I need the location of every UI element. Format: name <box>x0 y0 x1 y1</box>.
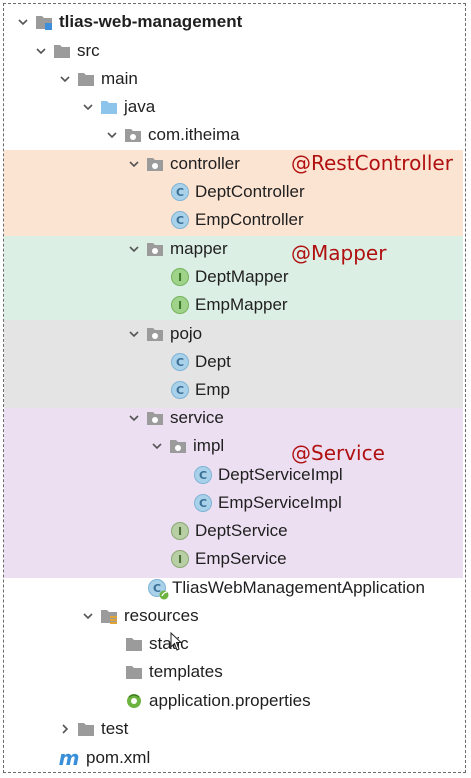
class-icon: C <box>171 353 189 371</box>
chevron-down-icon[interactable] <box>14 8 32 36</box>
mouse-cursor-icon <box>170 632 183 651</box>
tree-row-emp-controller[interactable]: C EmpController <box>171 206 471 234</box>
controller-label: controller <box>170 154 240 173</box>
spring-boot-class-icon: C <box>148 579 169 600</box>
class-icon: C <box>194 494 212 512</box>
interface-icon: I <box>171 522 189 540</box>
tree-row-emp-service[interactable]: I EmpService <box>171 545 471 573</box>
folder-icon <box>125 635 143 653</box>
chevron-down-icon[interactable] <box>103 121 121 149</box>
package-icon <box>124 126 142 144</box>
interface-icon: I <box>171 550 189 568</box>
emp-mapper-label: EmpMapper <box>195 295 288 314</box>
pom-label: pom.xml <box>86 748 151 767</box>
package-icon <box>146 409 164 427</box>
mapper-annotation: @Mapper <box>291 241 387 265</box>
java-label: java <box>124 97 156 116</box>
tree-row-dept[interactable]: C Dept <box>171 348 471 376</box>
chevron-down-icon[interactable] <box>79 93 97 121</box>
tree-row-pojo[interactable]: pojo <box>125 320 471 348</box>
emp-service-label: EmpService <box>195 549 287 568</box>
service-label: service <box>170 408 224 427</box>
interface-icon: I <box>171 296 189 314</box>
impl-label: impl <box>193 436 225 455</box>
tree-row-emp-mapper[interactable]: I EmpMapper <box>171 291 471 319</box>
dept-service-impl-label: DeptServiceImpl <box>218 465 343 484</box>
emp-controller-label: EmpController <box>195 210 304 229</box>
folder-icon <box>77 70 95 88</box>
resources-label: resources <box>124 606 199 625</box>
source-folder-icon <box>100 98 118 116</box>
class-icon: C <box>194 466 212 484</box>
application-label: TliasWebManagementApplication <box>172 578 425 597</box>
tree-row-service[interactable]: service <box>125 404 471 432</box>
chevron-down-icon[interactable] <box>148 432 166 460</box>
module-folder-icon <box>35 13 53 31</box>
dept-label: Dept <box>195 352 231 371</box>
resources-folder-icon <box>100 607 118 625</box>
tree-row-project[interactable]: tlias-web-management <box>14 8 471 36</box>
app-properties-label: application.properties <box>149 691 311 710</box>
tree-row-templates[interactable]: templates <box>125 658 471 686</box>
tree-row-application[interactable]: C TliasWebManagementApplication <box>148 574 471 602</box>
class-icon: C <box>171 211 189 229</box>
pojo-label: pojo <box>170 324 203 343</box>
tree-row-pom[interactable]: m pom.xml <box>58 744 471 772</box>
spring-properties-icon <box>125 692 143 710</box>
dept-controller-label: DeptController <box>195 182 305 201</box>
tree-row-dept-service[interactable]: I DeptService <box>171 517 471 545</box>
dept-mapper-label: DeptMapper <box>195 267 289 286</box>
chevron-right-icon[interactable] <box>56 715 74 743</box>
maven-icon: m <box>58 746 80 770</box>
package-icon <box>146 240 164 258</box>
tree-row-java[interactable]: java <box>79 93 471 121</box>
tree-row-dept-controller[interactable]: C DeptController <box>171 178 471 206</box>
tree-row-dept-service-impl[interactable]: C DeptServiceImpl <box>194 461 471 489</box>
class-icon: C <box>171 183 189 201</box>
package-icon <box>146 155 164 173</box>
main-label: main <box>101 69 138 88</box>
interface-icon: I <box>171 268 189 286</box>
tree-row-test[interactable]: test <box>56 715 471 743</box>
chevron-down-icon[interactable] <box>125 235 143 263</box>
tree-row-emp[interactable]: C Emp <box>171 376 471 404</box>
test-label: test <box>101 719 129 738</box>
chevron-down-icon[interactable] <box>79 602 97 630</box>
src-label: src <box>77 41 100 60</box>
tree-row-resources[interactable]: resources <box>79 602 471 630</box>
folder-icon <box>77 720 95 738</box>
folder-icon <box>53 42 71 60</box>
rest-controller-annotation: @RestController <box>291 151 453 175</box>
templates-label: templates <box>149 662 223 681</box>
chevron-down-icon[interactable] <box>32 37 50 65</box>
emp-service-impl-label: EmpServiceImpl <box>218 493 342 512</box>
package-icon <box>169 437 187 455</box>
tree-row-app-properties[interactable]: application.properties <box>125 687 471 715</box>
chevron-down-icon[interactable] <box>125 320 143 348</box>
class-icon: C <box>171 381 189 399</box>
tree-row-src[interactable]: src <box>32 37 471 65</box>
project-label: tlias-web-management <box>59 12 243 31</box>
folder-icon <box>125 663 143 681</box>
chevron-down-icon[interactable] <box>56 65 74 93</box>
chevron-down-icon[interactable] <box>125 150 143 178</box>
tree-row-package[interactable]: com.itheima <box>103 121 471 149</box>
mapper-label: mapper <box>170 239 228 258</box>
tree-row-main[interactable]: main <box>56 65 471 93</box>
dept-service-label: DeptService <box>195 521 288 540</box>
package-icon <box>146 325 164 343</box>
chevron-down-icon[interactable] <box>125 404 143 432</box>
tree-row-dept-mapper[interactable]: I DeptMapper <box>171 263 471 291</box>
emp-label: Emp <box>195 380 230 399</box>
tree-row-emp-service-impl[interactable]: C EmpServiceImpl <box>194 489 471 517</box>
package-label: com.itheima <box>148 125 240 144</box>
